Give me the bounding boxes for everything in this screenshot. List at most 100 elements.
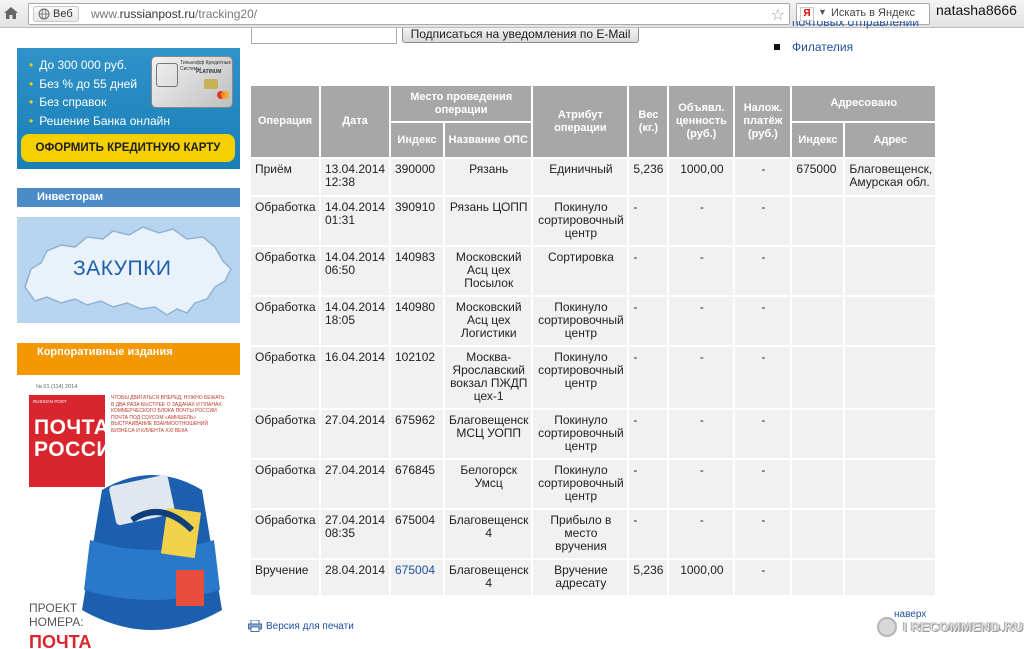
table-row: Обработка 27.04.2014 08:35 675004 Благовеще… xyxy=(249,508,938,560)
cell-date: 27.04.2014 xyxy=(319,458,391,510)
search-placeholder: Искать в Яндекс xyxy=(831,7,916,19)
cell-addr: Благовещенск, Амурская обл. xyxy=(843,157,938,197)
corporate-publications-link[interactable]: Корпоративные издания xyxy=(17,343,240,375)
table-row: Вручение 28.04.2014 675004 Благовещенск 4 Вр… xyxy=(249,558,938,597)
cell-attribute: Покинуло сортировочный центр xyxy=(531,195,630,247)
address-bar[interactable]: Веб www.russianpost.ru/tracking20/ ☆ xyxy=(28,3,790,25)
cell-operation: Обработка xyxy=(249,408,321,460)
cell-operation: Обработка xyxy=(249,295,321,347)
cell-addr xyxy=(843,345,938,410)
subscribe-button[interactable]: Подписаться на уведомления по E-Mail xyxy=(402,28,639,43)
cell-addr-index xyxy=(790,508,846,560)
cell-cod: - xyxy=(733,508,793,560)
cell-date: 28.04.2014 xyxy=(319,558,391,597)
chevron-down-icon[interactable]: ▼ xyxy=(818,7,827,17)
cell-addr-index xyxy=(790,295,846,347)
tracking-link-label: почтовых отправлений xyxy=(792,21,920,29)
credit-card-image: Тинькофф Кредитные Системы PLATINUM xyxy=(151,56,233,108)
cell-date: 16.04.2014 xyxy=(319,345,391,410)
cell-cod: - xyxy=(733,295,793,347)
journal-project: ПРОЕКТ НОМЕРА: xyxy=(29,601,84,629)
globe-icon xyxy=(38,8,50,20)
cell-office-name: Рязань ЦОПП xyxy=(442,195,534,247)
cell-office-name: Белогорск Умсц xyxy=(442,458,534,510)
list-item: Без % до 55 дней xyxy=(29,75,170,94)
cell-index: 675962 xyxy=(389,408,445,460)
cell-cod: - xyxy=(733,195,793,247)
cell-attribute: Сортировка xyxy=(531,245,630,297)
cell-addr xyxy=(843,195,938,247)
yandex-icon: Я xyxy=(800,7,814,21)
header-weight: Вес (кг.) xyxy=(627,84,670,159)
email-field[interactable] xyxy=(251,28,397,44)
cell-weight: - xyxy=(627,458,670,510)
journal-issue: № 01 (114) 2014 xyxy=(36,384,78,390)
web-chip[interactable]: Веб xyxy=(33,6,79,22)
cell-cod: - xyxy=(733,408,793,460)
cell-index: 675004 xyxy=(389,558,445,597)
zakupki-banner[interactable]: ЗАКУПКИ xyxy=(17,217,240,323)
url-text[interactable]: www.russianpost.ru/tracking20/ xyxy=(91,7,257,21)
journal-project-title: ПОЧТА xyxy=(29,632,92,649)
philately-link-label: Филателия xyxy=(792,40,854,54)
cell-weight: - xyxy=(627,245,670,297)
list-item: Без справок xyxy=(29,93,170,112)
url-path: /tracking20/ xyxy=(195,7,258,21)
philately-link[interactable]: Филателия xyxy=(774,40,974,54)
cell-declared-value: - xyxy=(667,508,736,560)
journal-headlines: ЧТОБЫ ДВИГАТЬСЯ ВПЕРЕД, НУЖНО БЕЖАТЬ В Д… xyxy=(111,395,225,434)
home-icon[interactable] xyxy=(2,4,22,24)
cell-operation: Приём xyxy=(249,157,321,197)
watermark: I RECOMMEND.RU xyxy=(873,613,1024,643)
postal-index-link[interactable]: 675004 xyxy=(395,563,435,577)
header-place-name: Название ОПС xyxy=(442,121,534,159)
bookmark-star-icon[interactable]: ☆ xyxy=(771,5,785,25)
cell-date: 14.04.2014 01:31 xyxy=(319,195,391,247)
url-prefix: www. xyxy=(91,7,120,21)
cell-addr-index xyxy=(790,458,846,510)
journal-project-line1: ПРОЕКТ xyxy=(29,601,78,615)
cell-weight: - xyxy=(627,195,670,247)
cell-addr xyxy=(843,408,938,460)
cell-date: 14.04.2014 18:05 xyxy=(319,295,391,347)
cell-declared-value: - xyxy=(667,408,736,460)
cell-date: 13.04.2014 12:38 xyxy=(319,157,391,197)
user-name: natasha8666 xyxy=(936,2,1017,18)
cell-date: 14.04.2014 06:50 xyxy=(319,245,391,297)
credit-card-banner[interactable]: До 300 000 руб. Без % до 55 дней Без спр… xyxy=(17,48,240,169)
cell-index: 102102 xyxy=(389,345,445,410)
tracking-link[interactable]: почтовых отправлений xyxy=(792,21,922,29)
cell-date: 27.04.2014 08:35 xyxy=(319,508,391,560)
tracking-table: Операция Дата Место проведения операции … xyxy=(249,84,938,597)
print-version-link[interactable]: Версия для печати xyxy=(248,620,354,632)
header-attribute: Атрибут операции xyxy=(531,84,630,159)
cell-weight: 5,236 xyxy=(627,157,670,197)
cell-cod: - xyxy=(733,157,793,197)
cell-addr xyxy=(843,558,938,597)
cell-office-name: Благовещенск 4 xyxy=(442,508,534,560)
list-item: Решение Банка онлайн xyxy=(29,112,170,131)
cell-attribute: Покинуло сортировочный центр xyxy=(531,408,630,460)
printer-icon xyxy=(248,620,262,632)
header-operation: Операция xyxy=(249,84,321,159)
header-addr: Адрес xyxy=(843,121,938,159)
cell-attribute: Вручение адресату xyxy=(531,558,630,597)
url-domain: russianpost.ru xyxy=(119,7,196,21)
apply-card-button[interactable]: ОФОРМИТЬ КРЕДИТНУЮ КАРТУ xyxy=(21,134,235,162)
cell-cod: - xyxy=(733,245,793,297)
table-row: Обработка 14.04.2014 06:50 140983 Московски… xyxy=(249,245,938,297)
cell-operation: Обработка xyxy=(249,508,321,560)
cell-addr-index xyxy=(790,558,846,597)
investors-link[interactable]: Инвесторам xyxy=(17,188,240,207)
cell-weight: 5,236 xyxy=(627,558,670,597)
journal-cover[interactable]: № 01 (114) 2014 RUSSIAN POST ПОЧТА РОССИИ… xyxy=(17,375,240,649)
cell-office-name: Московский Асц цех Логистики xyxy=(442,295,534,347)
cell-office-name: Рязань xyxy=(442,157,534,197)
cell-index: 676845 xyxy=(389,458,445,510)
cell-addr-index xyxy=(790,345,846,410)
journal-title-line1: ПОЧТА xyxy=(34,416,110,439)
cell-attribute: Покинуло сортировочный центр xyxy=(531,458,630,510)
cell-attribute: Единичный xyxy=(531,157,630,197)
cell-addr xyxy=(843,458,938,510)
journal-project-line2: НОМЕРА: xyxy=(29,615,84,629)
